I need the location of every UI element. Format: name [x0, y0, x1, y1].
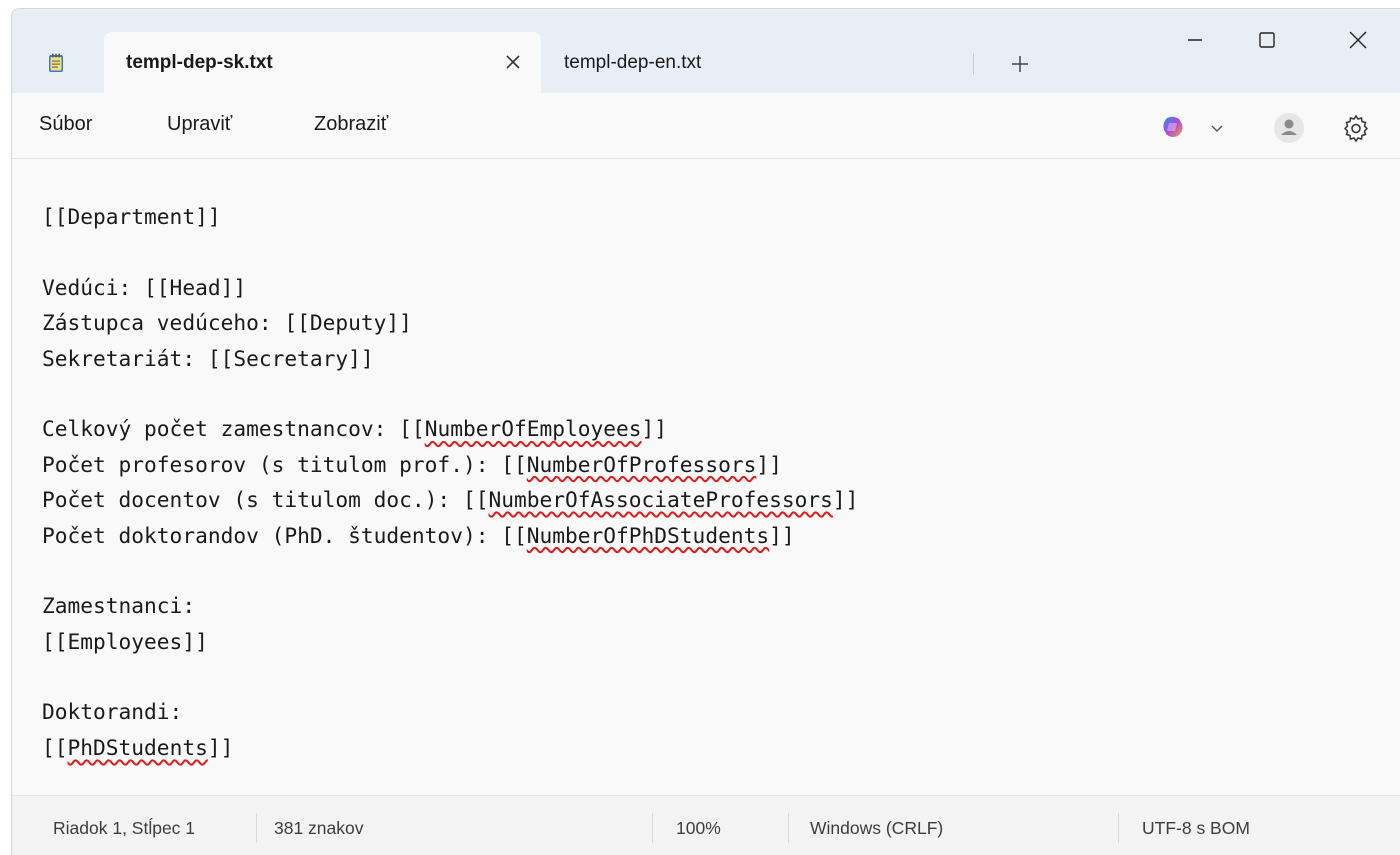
copilot-icon — [1163, 116, 1183, 137]
minimize-button[interactable] — [1172, 23, 1218, 57]
close-icon[interactable] — [503, 52, 523, 72]
text-line: [[Department]] — [42, 199, 858, 234]
text-segment: Vedúci: [[Head]] — [42, 274, 247, 300]
text-segment: ]] — [756, 451, 782, 477]
misspelled-word: NumberOfAssociateProfessors — [488, 487, 833, 513]
text-segment: ]] — [207, 734, 234, 760]
gear-icon — [1343, 114, 1369, 143]
text-line: Počet docentov (s titulom doc.): [[Numbe… — [42, 482, 858, 517]
text-segment: ]] — [832, 487, 859, 513]
misspelled-word: NumberOfPhDStudents — [526, 522, 770, 548]
text-line: Zamestnanci: — [42, 588, 858, 623]
text-line: ​ — [42, 234, 858, 269]
text-line: Sekretariát: [[Secretary]] — [42, 341, 858, 376]
editor-content[interactable]: [[Department]] ​ Vedúci: [[Head]] Zástupca … — [42, 199, 858, 765]
status-divider — [652, 813, 653, 843]
text-segment: [[ — [42, 734, 68, 760]
menu-edit[interactable]: Upraviť — [167, 113, 232, 136]
text-segment: Zamestnanci: — [42, 593, 196, 619]
misspelled-word: NumberOfProfessors — [526, 451, 757, 477]
text-segment: Zástupca vedúceho: [[Deputy]] — [42, 310, 412, 336]
text-line: Celkový počet zamestnancov: [[NumberOfEm… — [42, 411, 858, 446]
tab-templ-dep-sk[interactable]: templ-dep-sk.txt — [104, 32, 541, 93]
text-line: ​ — [42, 659, 858, 694]
minimize-icon — [1188, 39, 1202, 41]
copilot-button[interactable] — [1158, 112, 1228, 142]
text-segment: ]] — [641, 416, 668, 442]
notepad-icon — [49, 53, 63, 72]
text-segment: Počet docentov (s titulom doc.): [[ — [42, 487, 489, 513]
text-line: Vedúci: [[Head]] — [42, 270, 858, 305]
text-segment: Doktorandi: — [42, 699, 183, 725]
tab-label: templ-dep-sk.txt — [126, 51, 273, 73]
text-segment: [[Employees]] — [42, 628, 208, 654]
encoding[interactable]: UTF-8 s BOM — [1142, 818, 1250, 839]
close-icon — [1349, 31, 1367, 49]
new-tab-button[interactable] — [1005, 49, 1035, 79]
notepad-window: templ-dep-sk.txt templ-dep-en.txt Súbor … — [11, 8, 1400, 855]
line-ending[interactable]: Windows (CRLF) — [810, 818, 943, 839]
text-line: Doktorandi: — [42, 694, 858, 729]
tab-label: templ-dep-en.txt — [564, 51, 702, 73]
text-segment: [[Department]] — [42, 204, 221, 229]
tab-divider — [973, 53, 974, 75]
maximize-button[interactable] — [1244, 23, 1290, 57]
text-line: Počet doktorandov (PhD. študentov): [[Nu… — [42, 518, 858, 553]
maximize-icon — [1259, 32, 1275, 48]
text-line: Počet profesorov (s titulom prof.): [[Nu… — [42, 447, 858, 482]
account-button[interactable] — [1274, 113, 1304, 143]
text-segment: Počet doktorandov (PhD. študentov): [[ — [42, 522, 527, 548]
settings-button[interactable] — [1340, 112, 1372, 144]
status-bar: Riadok 1, Stĺpec 1 381 znakov 100% Windo… — [12, 795, 1400, 855]
tab-templ-dep-en[interactable]: templ-dep-en.txt — [542, 32, 972, 93]
text-line: [[PhDStudents]] — [42, 730, 858, 765]
misspelled-word: NumberOfEmployees — [424, 416, 642, 442]
account-icon — [1281, 119, 1297, 135]
status-divider — [1118, 813, 1119, 843]
text-line: ​ — [42, 376, 858, 411]
misspelled-word: PhDStudents — [67, 734, 208, 760]
status-divider — [788, 813, 789, 843]
menu-file[interactable]: Súbor — [39, 113, 92, 136]
menu-view[interactable]: Zobraziť — [314, 113, 388, 136]
text-line: ​ — [42, 553, 858, 588]
chevron-down-icon — [1211, 125, 1223, 132]
text-segment: Počet profesorov (s titulom prof.): [[ — [42, 451, 527, 477]
text-line: Zástupca vedúceho: [[Deputy]] — [42, 305, 858, 340]
cursor-position[interactable]: Riadok 1, Stĺpec 1 — [53, 818, 195, 839]
plus-icon — [1012, 56, 1028, 72]
close-window-button[interactable] — [1335, 23, 1381, 57]
character-count: 381 znakov — [274, 818, 364, 838]
title-bar: templ-dep-sk.txt templ-dep-en.txt — [12, 9, 1400, 93]
text-line: [[Employees]] — [42, 624, 858, 659]
status-divider — [256, 813, 257, 843]
text-segment: Sekretariát: [[Secretary]] — [42, 345, 374, 371]
zoom-level[interactable]: 100% — [676, 818, 721, 839]
text-segment: Celkový počet zamestnancov: [[ — [42, 416, 425, 442]
text-segment: ]] — [769, 522, 795, 548]
text-editor[interactable]: [[Department]] ​ Vedúci: [[Head]] Zástupca … — [12, 159, 1400, 795]
